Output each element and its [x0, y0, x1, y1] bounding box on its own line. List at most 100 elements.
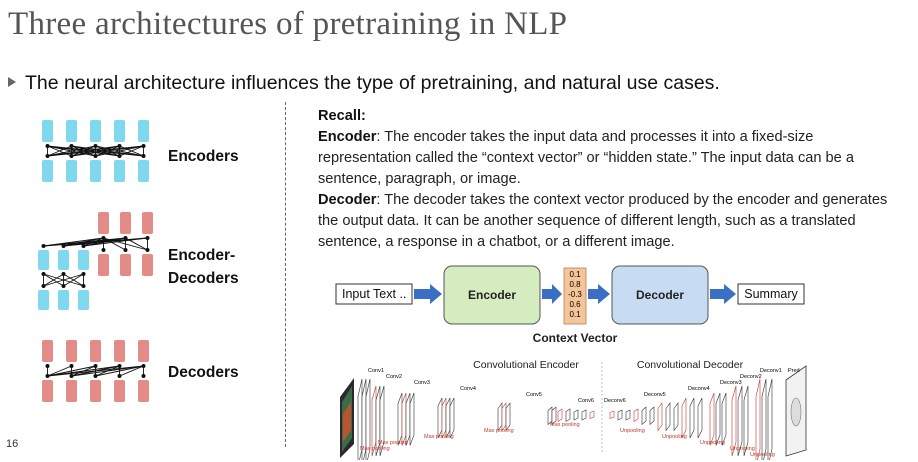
unpooling-label: Unpooling [750, 452, 775, 458]
node-dot [101, 236, 106, 240]
encoder-block [90, 120, 101, 142]
feature-map-layer [609, 410, 615, 419]
feature-map-layer [767, 378, 773, 460]
encoder-block [138, 120, 149, 142]
decoder-block [120, 212, 131, 234]
conv-encoder-title: Convolutional Encoder [473, 359, 579, 371]
node-dot [117, 144, 122, 148]
context-value: 0.8 [569, 280, 581, 289]
context-value: 0.1 [569, 310, 581, 319]
layer-label-conv6: Conv6 [578, 398, 594, 404]
layer-label-conv3: Conv3 [414, 380, 430, 386]
node-dot [45, 364, 50, 368]
feature-map-layer [409, 392, 415, 446]
decoder-block [66, 380, 77, 402]
bullet-arrow-icon [8, 77, 16, 87]
encoder-block [138, 160, 149, 182]
decoder-block [66, 340, 77, 362]
max-pooling-label: Max pooling [550, 422, 580, 428]
decoder-block [114, 340, 125, 362]
feature-map-layer [649, 406, 655, 426]
decoder-block [98, 212, 109, 234]
context-value: -0.3 [568, 290, 582, 299]
encoder-block [66, 160, 77, 182]
feature-map-layer [657, 402, 663, 432]
slide-title: Three architectures of pretraining in NL… [8, 6, 568, 42]
feature-map-layer [689, 397, 695, 439]
context-vector: 0.1 0.8 -0.3 0.6 0.1 [563, 267, 587, 325]
node-dot [81, 272, 86, 276]
encoder-block [42, 120, 53, 142]
decoder-block [98, 254, 109, 276]
node-dot [81, 244, 86, 248]
unpooling-label: Unpooling [700, 440, 725, 446]
architecture-diagrams [38, 120, 153, 402]
feature-map-layer [405, 392, 411, 446]
encoder-block [42, 160, 53, 182]
encoder-box-label: Encoder [468, 288, 516, 302]
divider-line [285, 102, 286, 447]
max-pooling-label: Max pooling [378, 440, 408, 446]
arrow-icon [414, 284, 442, 304]
node-dot [81, 284, 86, 288]
page-number: 16 [6, 438, 19, 450]
decoder-block [142, 212, 153, 234]
feature-map-layer [565, 408, 571, 423]
encoder-term: Encoder [318, 129, 377, 145]
layer-label-conv1: Conv1 [368, 368, 384, 374]
node-dot [141, 364, 146, 368]
feature-map-layer [761, 378, 767, 460]
prediction-image [785, 365, 807, 457]
max-pooling-label: Max pooling [484, 428, 514, 434]
layer-label-pred: Pred [788, 368, 800, 374]
context-value: 0.1 [569, 270, 581, 279]
feature-map-layer [721, 392, 727, 446]
encoder-block [90, 160, 101, 182]
output-text: Summary [744, 287, 798, 301]
encoder-block [38, 290, 49, 310]
label-encoder-decoders-1: Encoder- [168, 247, 236, 264]
layer-label-conv5: Conv5 [526, 392, 542, 398]
node-dot [117, 154, 122, 158]
encoder-block [58, 290, 69, 310]
node-dot [93, 364, 98, 368]
unpooling-label: Unpooling [620, 428, 645, 434]
node-dot [61, 284, 66, 288]
input-text: Input Text .. [342, 287, 406, 301]
node-dot [69, 144, 74, 148]
context-value: 0.6 [569, 300, 581, 309]
max-pooling-label: Max pooling [360, 446, 390, 452]
node-dot [69, 154, 74, 158]
node-dot [117, 364, 122, 368]
bullet-point: The neural architecture influences the t… [8, 72, 720, 95]
encoder-block [66, 120, 77, 142]
feature-map-layer [715, 392, 721, 446]
decoder-description: : The decoder takes the context vector p… [318, 192, 888, 250]
node-dot [45, 154, 50, 158]
layer-label-deconv2: Deconv2 [740, 374, 762, 380]
feature-map-layer [625, 409, 631, 421]
layer-label-deconv3: Deconv3 [720, 380, 742, 386]
node-dot [123, 248, 128, 252]
recall-heading: Recall: [318, 108, 366, 124]
conv-encoder-decoder-diagram: Convolutional Encoder Convolutional Deco… [340, 359, 807, 460]
node-dot [61, 272, 66, 276]
node-dot [145, 248, 150, 252]
bullet-text: The neural architecture influences the t… [25, 72, 720, 94]
feature-map-layer [697, 397, 703, 439]
layer-label-conv2: Conv2 [386, 374, 402, 380]
feature-map-layer [401, 392, 407, 446]
decoder-term: Decoder [318, 192, 377, 208]
node-dot [117, 374, 122, 378]
node-dot [145, 236, 150, 240]
layer-label-deconv6: Deconv6 [604, 398, 626, 404]
encoder-block [38, 250, 49, 270]
decoder-block [138, 340, 149, 362]
decoder-block [120, 254, 131, 276]
feature-map-layer [617, 409, 623, 421]
input-image [340, 378, 354, 458]
feature-map-layer [755, 378, 761, 460]
node-dot [41, 284, 46, 288]
feature-map-layer [449, 397, 455, 439]
label-decoders: Decoders [168, 364, 239, 381]
